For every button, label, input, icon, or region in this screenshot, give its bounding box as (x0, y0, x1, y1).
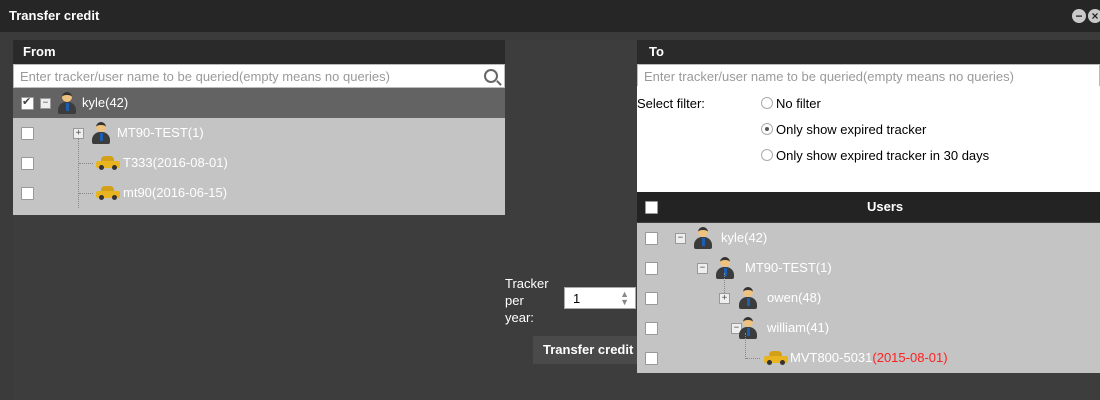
tree-label: MT90-TEST(1) (117, 125, 204, 140)
transfer-credit-button[interactable]: Transfer credit (533, 336, 637, 364)
tree-label: kyle(42) (82, 95, 129, 110)
tree-connector (79, 193, 93, 194)
tree-row-owen[interactable]: + owen(48) (637, 283, 1100, 313)
collapse-icon[interactable]: − (675, 233, 686, 244)
tree-row-william[interactable]: − william(41) (637, 313, 1100, 343)
user-icon (693, 227, 713, 249)
tracker-name: MVT800-5031 (790, 350, 873, 365)
dialog-titlebar: Transfer credit − × (0, 0, 1100, 32)
search-icon[interactable] (484, 69, 498, 83)
expired-date: (2015-08-01) (872, 350, 948, 365)
radio-expired[interactable] (761, 123, 773, 135)
tree-label: kyle(42) (721, 230, 768, 245)
tracker-per-year-label: Tracker per year: (505, 275, 549, 326)
checkbox[interactable] (645, 292, 658, 305)
checkbox[interactable] (21, 95, 34, 110)
tree-label: william(41) (767, 320, 830, 335)
checkbox[interactable] (21, 127, 34, 140)
minimize-icon[interactable]: − (1072, 9, 1086, 23)
checkbox[interactable] (645, 262, 658, 275)
to-search-input[interactable] (638, 65, 1099, 87)
tree-label: T333(2016-08-01) (123, 155, 228, 170)
tree-row-mt90-test[interactable]: − MT90-TEST(1) (637, 253, 1100, 283)
user-icon (715, 257, 735, 279)
tracker-label-line: per (505, 293, 524, 308)
tree-label: mt90(2016-06-15) (123, 185, 228, 200)
radio-no-filter[interactable] (761, 97, 773, 109)
tree-label: MVT800-5031(2015-08-01) (790, 350, 948, 365)
to-header: To (637, 40, 1100, 64)
to-panel: To Select filter: No filter Only show ex… (637, 40, 1100, 400)
user-icon (57, 92, 77, 114)
tree-row-kyle[interactable]: − kyle(42) (13, 88, 505, 118)
car-icon (96, 156, 120, 170)
to-tree: − kyle(42) − MT90-TEST(1) + owen(48) − w… (637, 223, 1100, 373)
dialog-title: Transfer credit (9, 8, 100, 23)
checkbox[interactable] (21, 157, 34, 170)
radio-label: Only show expired tracker (776, 122, 927, 137)
collapse-icon[interactable]: − (697, 263, 708, 274)
to-search-box (637, 64, 1100, 88)
from-panel: From − kyle(42) + MT90-TEST(1) T333(2016… (13, 40, 505, 400)
checkbox[interactable] (645, 232, 658, 245)
filter-label: Select filter: (637, 96, 705, 111)
tracker-label-line: year: (505, 310, 534, 325)
checkbox[interactable] (21, 187, 34, 200)
tree-row-t333[interactable]: T333(2016-08-01) (13, 148, 505, 178)
close-icon[interactable]: × (1088, 9, 1100, 23)
checkbox[interactable] (645, 322, 658, 335)
car-icon (764, 351, 788, 365)
user-icon (738, 287, 758, 309)
tree-connector (746, 358, 760, 359)
tree-row-mt90-test[interactable]: + MT90-TEST(1) (13, 118, 505, 148)
tree-row-mvt800[interactable]: MVT800-5031(2015-08-01) (637, 343, 1100, 373)
from-header: From (13, 40, 505, 64)
checkbox[interactable] (645, 352, 658, 365)
car-icon (96, 186, 120, 200)
users-header: Users (637, 192, 1100, 222)
radio-expired-30-days[interactable] (761, 149, 773, 161)
radio-label: Only show expired tracker in 30 days (776, 148, 990, 163)
collapse-icon[interactable]: − (40, 98, 51, 109)
from-tree: − kyle(42) + MT90-TEST(1) T333(2016-08-0… (13, 88, 505, 215)
stepper-arrows-icon[interactable]: ▲ ▼ (620, 290, 629, 307)
tree-label: MT90-TEST(1) (745, 260, 832, 275)
tree-row-kyle[interactable]: − kyle(42) (637, 223, 1100, 253)
tracker-label-line: Tracker (505, 276, 549, 291)
tracker-per-year-input[interactable] (565, 288, 615, 308)
from-search-box (13, 64, 505, 88)
expand-icon[interactable]: + (719, 293, 730, 304)
radio-label: No filter (776, 96, 821, 111)
user-icon (91, 122, 111, 144)
users-header-label: Users (867, 199, 904, 214)
tree-connector (79, 163, 93, 164)
tree-label: owen(48) (767, 290, 822, 305)
tree-row-mt90[interactable]: mt90(2016-06-15) (13, 178, 505, 208)
tracker-per-year-stepper[interactable]: ▲▼ (564, 287, 636, 309)
from-search-input[interactable] (14, 65, 504, 87)
user-icon (738, 317, 758, 339)
select-all-checkbox[interactable] (645, 201, 658, 214)
